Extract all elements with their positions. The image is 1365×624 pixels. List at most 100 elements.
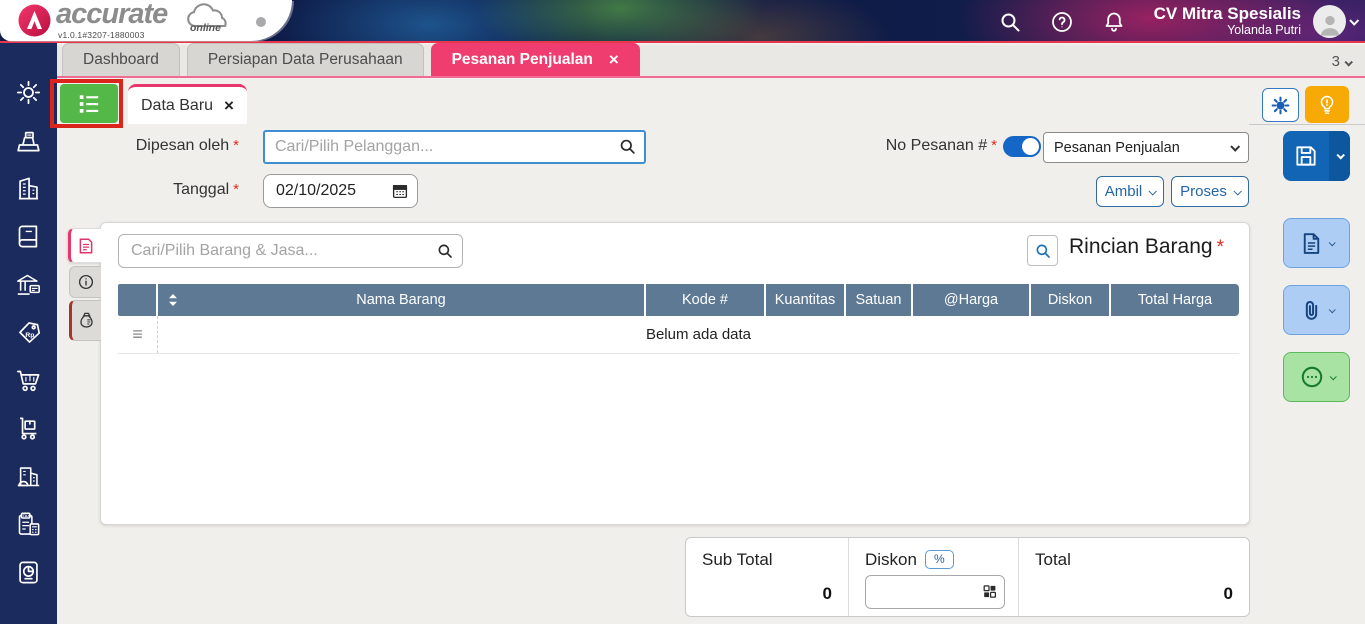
col-kuantitas[interactable]: Kuantitas xyxy=(766,284,846,316)
user-name: Yolanda Putri xyxy=(1227,22,1301,37)
chevron-down-icon xyxy=(1233,186,1242,196)
fixed-asset-icon[interactable] xyxy=(15,463,42,490)
total-section: Total 0 xyxy=(1019,538,1249,616)
help-icon[interactable] xyxy=(1050,10,1074,34)
save-floppy-icon xyxy=(1296,146,1316,166)
account-chevron-down-icon[interactable] xyxy=(1349,15,1360,26)
chevron-down-icon xyxy=(1230,141,1241,152)
logo-area: accurate online v1.0.1#3207-1880003 xyxy=(0,0,292,41)
items-table: Nama Barang Kode # Kuantitas Satuan @Har… xyxy=(118,284,1239,354)
purchase-cart-icon[interactable] xyxy=(15,367,42,394)
more-actions-button[interactable] xyxy=(1283,352,1350,402)
left-sidebar: Rp TAX xyxy=(0,43,57,624)
calculator-icon[interactable] xyxy=(981,583,998,600)
main-tabbar: Dashboard Persiapan Data Perusahaan Pesa… xyxy=(0,43,1365,78)
decorative-dot xyxy=(256,17,266,27)
items-table-header: Nama Barang Kode # Kuantitas Satuan @Har… xyxy=(118,284,1239,316)
col-kode[interactable]: Kode # xyxy=(646,284,766,316)
attachments-button[interactable] xyxy=(1283,285,1350,335)
cash-register-icon[interactable] xyxy=(15,127,42,154)
col-diskon[interactable]: Diskon xyxy=(1031,284,1111,316)
row-select-column xyxy=(118,284,158,316)
document-icon xyxy=(1303,232,1320,254)
item-advanced-search-button[interactable] xyxy=(1027,235,1058,266)
ledger-book-icon[interactable] xyxy=(15,223,42,250)
tab-pesanan-penjualan[interactable]: Pesanan Penjualan × xyxy=(430,43,640,76)
chevron-down-icon xyxy=(1148,186,1158,196)
doc-tab-label: Data Baru xyxy=(141,96,214,114)
total-label: Total xyxy=(1035,550,1071,569)
close-icon[interactable]: × xyxy=(609,50,619,70)
tab-counter-dropdown[interactable]: 3 xyxy=(1332,53,1353,70)
tanggal-label: Tanggal * xyxy=(173,181,239,198)
search-icon[interactable] xyxy=(998,10,1022,34)
vtab-info[interactable] xyxy=(69,266,101,298)
no-pesanan-toggle[interactable] xyxy=(1003,136,1041,157)
delivery-trolley-icon[interactable] xyxy=(15,415,42,442)
settings-gear-icon[interactable] xyxy=(15,79,42,106)
subtotal-label: Sub Total xyxy=(702,550,773,569)
empty-state-text: Belum ada data xyxy=(645,326,752,343)
total-value: 0 xyxy=(1223,584,1233,603)
diskon-section: Diskon% xyxy=(849,538,1019,616)
price-tag-rp-icon[interactable]: Rp xyxy=(15,319,42,346)
search-icon[interactable] xyxy=(436,242,454,260)
col-harga[interactable]: @Harga xyxy=(913,284,1031,316)
document-area: Data Baru × Dipesan oleh* Ta xyxy=(50,78,1365,624)
chevron-down-icon xyxy=(1328,305,1336,313)
vtab-uang-muka[interactable] xyxy=(69,300,101,341)
bank-icon[interactable] xyxy=(15,271,42,298)
item-search-input[interactable] xyxy=(118,234,463,268)
save-split-button[interactable] xyxy=(1283,131,1350,181)
paperclip-icon xyxy=(1305,300,1318,320)
tab-persiapan-data-perusahaan[interactable]: Persiapan Data Perusahaan xyxy=(186,43,424,76)
money-bag-icon xyxy=(80,312,93,328)
brand-text: accurate xyxy=(56,0,168,30)
rincian-barang-panel: Rincian Barang* Nama Barang Kode # Kuant… xyxy=(100,222,1250,525)
ambil-dropdown-button[interactable]: Ambil xyxy=(1096,176,1164,207)
vtab-detail-barang[interactable] xyxy=(68,228,101,263)
bell-icon[interactable] xyxy=(1102,10,1126,34)
no-pesanan-label: No Pesanan # * xyxy=(885,137,997,154)
drag-handle[interactable]: ≡ xyxy=(118,316,158,353)
tips-lightbulb-button[interactable] xyxy=(1305,86,1349,123)
col-satuan[interactable]: Satuan xyxy=(846,284,913,316)
customer-search-input[interactable] xyxy=(263,130,646,164)
totals-panel: Sub Total 0 Diskon% Total 0 xyxy=(685,537,1250,617)
col-total-harga[interactable]: Total Harga xyxy=(1111,284,1239,316)
document-icon xyxy=(79,238,93,253)
doc-tab-close-icon[interactable]: × xyxy=(224,96,234,116)
save-dropdown[interactable] xyxy=(1329,131,1350,181)
version-text: v1.0.1#3207-1880003 xyxy=(58,30,145,40)
chevron-down-icon xyxy=(1329,372,1337,380)
diskon-label: Diskon% xyxy=(865,550,954,570)
sort-icon[interactable] xyxy=(168,293,178,307)
top-header: accurate online v1.0.1#3207-1880003 CV M… xyxy=(0,0,1365,43)
table-row-empty: ≡ Belum ada data xyxy=(118,316,1239,354)
tab-dashboard[interactable]: Dashboard xyxy=(62,43,180,76)
search-icon[interactable] xyxy=(618,137,637,156)
avatar[interactable] xyxy=(1313,5,1346,38)
report-chart-icon[interactable] xyxy=(15,559,42,586)
save-button[interactable] xyxy=(1283,131,1329,181)
form-settings-button[interactable] xyxy=(1262,88,1299,122)
proses-dropdown-button[interactable]: Proses xyxy=(1171,176,1249,207)
company-name: CV Mitra Spesialis xyxy=(1153,4,1301,24)
app-root: accurate online v1.0.1#3207-1880003 CV M… xyxy=(0,0,1365,624)
calendar-icon[interactable] xyxy=(391,182,409,200)
brand-sub-text: online xyxy=(190,22,221,34)
divider xyxy=(1249,124,1365,125)
doc-tab-data-baru[interactable]: Data Baru × xyxy=(128,84,247,124)
tax-documents-icon[interactable]: TAX xyxy=(15,511,42,538)
svg-text:Rp: Rp xyxy=(25,332,34,339)
percent-badge[interactable]: % xyxy=(924,550,954,569)
related-documents-button[interactable] xyxy=(1283,218,1350,268)
info-icon xyxy=(78,274,93,290)
company-buildings-icon[interactable] xyxy=(15,175,42,202)
chevron-down-icon xyxy=(1335,151,1345,160)
col-nama-barang[interactable]: Nama Barang xyxy=(158,284,646,316)
record-list-menu-button[interactable] xyxy=(60,84,118,123)
doc-type-select[interactable]: Pesanan Penjualan xyxy=(1043,132,1249,163)
account-info[interactable]: CV Mitra Spesialis Yolanda Putri xyxy=(1154,5,1301,37)
chevron-down-icon xyxy=(1328,238,1336,246)
